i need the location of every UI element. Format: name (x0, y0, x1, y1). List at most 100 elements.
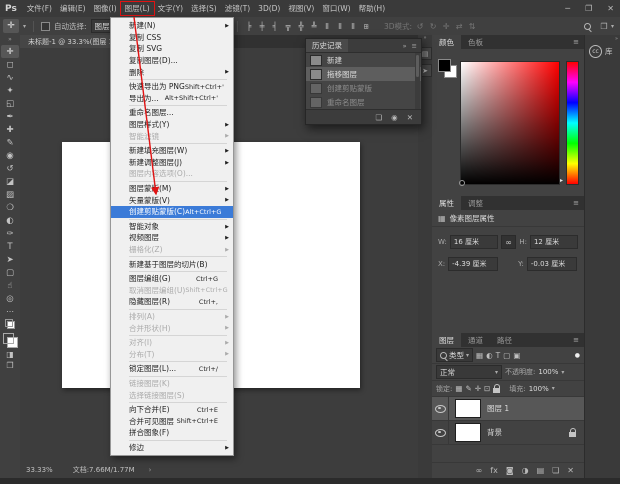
menu-item[interactable]: 重命名图层... ▶ (111, 107, 233, 119)
menu-item[interactable]: 矢量蒙版(V) ▶ (111, 194, 233, 206)
panel-tab[interactable]: 调整 (461, 196, 490, 210)
filter-toggle-icon[interactable]: ● (575, 352, 580, 359)
menu-item[interactable]: 选择链接图层(S) ▶ (111, 389, 233, 401)
adjustment-layer-icon[interactable]: ◑ (522, 466, 529, 475)
document-tab[interactable]: 未标题-1 @ 33.3%(图层 1 (20, 35, 121, 48)
status-menu-chevron-icon[interactable]: › (149, 466, 152, 474)
scrollbar[interactable] (415, 53, 420, 109)
menubar-item[interactable]: 帮助(H) (355, 2, 390, 15)
menu-item[interactable]: 向下合并(E) Ctrl+E ▶ (111, 404, 233, 416)
link-layers-icon[interactable]: ∞ (476, 466, 483, 475)
lock-paint-icon[interactable]: ✎ (465, 384, 471, 393)
hand-tool[interactable]: ☝ (1, 279, 19, 292)
maximize-button[interactable]: ❐ (585, 4, 592, 13)
dock-collapse-icon[interactable]: » (615, 36, 618, 42)
delete-layer-icon[interactable]: ✕ (567, 466, 574, 475)
lasso-tool[interactable]: ∿ (1, 71, 19, 84)
history-state-row[interactable]: 创建剪贴蒙版 (306, 81, 421, 95)
menu-item[interactable]: 排列(A) ▶ (111, 311, 233, 323)
marquee-tool[interactable]: ◻ (1, 58, 19, 71)
history-brush-tool[interactable]: ↺ (1, 162, 19, 175)
distribute-left-icon[interactable]: ǁ (322, 22, 332, 31)
menu-item[interactable]: 隐藏图层(R) Ctrl+, ▶ (111, 296, 233, 308)
toolbar-collapse-icon[interactable]: » (8, 35, 12, 45)
menubar-item[interactable]: 图层(L) (121, 2, 154, 15)
opacity-value[interactable]: 100% (538, 368, 558, 376)
default-swatch-icon[interactable] (5, 319, 15, 329)
menu-item[interactable]: 删除 ▶ (111, 66, 233, 78)
align-right-icon[interactable]: ╡ (270, 22, 280, 31)
menu-item[interactable]: 图层内容选项(O)... ▶ (111, 168, 233, 180)
menubar-item[interactable]: 窗口(W) (318, 2, 354, 15)
history-panel-tab[interactable]: 历史记录 (306, 39, 348, 52)
menu-item[interactable]: 视频图层 ▶ (111, 232, 233, 244)
quick-selection-tool[interactable]: ✦ (1, 84, 19, 97)
close-button[interactable]: ✕ (607, 4, 614, 13)
history-panel-titlebar[interactable]: 历史记录 » ≡ (306, 39, 421, 53)
tool-preset-caret-icon[interactable]: ▾ (23, 23, 26, 30)
path-selection-tool[interactable]: ➤ (1, 253, 19, 266)
shape-tool[interactable]: ▢ (1, 266, 19, 279)
menubar-item[interactable]: 文件(F) (23, 2, 56, 15)
eyedropper-tool[interactable]: ✒ (1, 110, 19, 123)
chevron-down-icon[interactable]: ▾ (552, 385, 555, 392)
menubar-item[interactable]: 选择(S) (187, 2, 221, 15)
menu-item[interactable]: 复制 SVG ▶ (111, 43, 233, 55)
layer-filter-dropdown[interactable]: 类型 ▾ (436, 348, 473, 362)
panel-menu-icon[interactable]: ≡ (573, 38, 579, 46)
color-swatches[interactable] (438, 59, 458, 79)
filter-pixel-icon[interactable]: ▦ (476, 351, 483, 360)
menu-item[interactable]: 合并形状(H) ▶ (111, 322, 233, 334)
history-state-row[interactable]: 新建 (306, 53, 421, 67)
workspace-switcher[interactable]: ❐ ▾ (599, 22, 614, 31)
hue-slider[interactable] (566, 61, 579, 185)
zoom-tool[interactable]: ◎ (1, 292, 19, 305)
foreground-color-swatch[interactable] (438, 59, 451, 72)
type-tool[interactable]: T (1, 240, 19, 253)
align-horizontal-center-icon[interactable]: ╪ (257, 22, 267, 31)
zoom-level-field[interactable]: 33.33% (26, 466, 53, 474)
new-doc-from-state-icon[interactable]: ❏ (375, 113, 382, 122)
panel-menu-icon[interactable]: ≡ (573, 199, 579, 207)
healing-brush-tool[interactable]: ✚ (1, 123, 19, 136)
width-field[interactable]: 16 厘米 (450, 235, 498, 249)
y-field[interactable]: -0.03 厘米 (527, 257, 577, 271)
height-field[interactable]: 12 厘米 (530, 235, 578, 249)
panel-collapse-icon[interactable]: » (403, 42, 407, 50)
visibility-toggle[interactable] (432, 421, 449, 444)
align-top-icon[interactable]: ╦ (283, 22, 293, 31)
screen-mode-icon[interactable]: ❐ (6, 361, 13, 370)
panel-tab[interactable]: 图层 (432, 333, 461, 347)
panel-tab[interactable]: 色板 (461, 35, 490, 49)
layer-thumbnail[interactable] (455, 399, 481, 418)
align-vertical-center-icon[interactable]: ╬ (296, 22, 306, 31)
blend-mode-dropdown[interactable]: 正常 ▾ (436, 365, 502, 379)
color-picker-marker[interactable] (459, 180, 465, 186)
panel-menu-icon[interactable]: ≡ (573, 336, 579, 344)
blur-tool[interactable]: ❍ (1, 201, 19, 214)
x-field[interactable]: -4.39 厘米 (448, 257, 498, 271)
delete-state-icon[interactable]: ✕ (407, 113, 413, 122)
move-tool[interactable]: ✛ (1, 45, 19, 58)
brush-tool[interactable]: ✎ (1, 136, 19, 149)
new-snapshot-icon[interactable]: ◉ (391, 113, 398, 122)
图层 1[interactable]: 图层 1 (432, 397, 584, 421)
new-group-icon[interactable]: ▤ (537, 466, 545, 475)
menu-item[interactable]: 修边 ▶ (111, 442, 233, 454)
menu-item[interactable]: 新建基于图层的切片(B) ▶ (111, 258, 233, 270)
quick-mask-icon[interactable]: ◨ (6, 350, 14, 359)
menubar-item[interactable]: 3D(D) (254, 3, 284, 14)
menu-item[interactable]: 对齐(I) ▶ (111, 337, 233, 349)
libraries-panel-button[interactable]: cc 库 (589, 45, 613, 58)
menubar-item[interactable]: 编辑(E) (56, 2, 90, 15)
chevron-down-icon[interactable]: ▾ (561, 369, 564, 376)
gradient-tool[interactable]: ▨ (1, 188, 19, 201)
distribute-spacing-icon[interactable]: ⊞ (361, 22, 371, 31)
menu-item[interactable]: 智能滤镜 ▶ (111, 130, 233, 142)
filter-type-icon[interactable]: T (496, 351, 501, 360)
menu-item[interactable]: 图层蒙版(M) ▶ (111, 183, 233, 195)
distribute-right-icon[interactable]: ǁ (348, 22, 358, 31)
lock-artboard-icon[interactable]: ⊡ (484, 384, 490, 393)
filter-shape-icon[interactable]: ▢ (503, 351, 510, 360)
menubar-item[interactable]: 图像(I) (90, 2, 121, 15)
